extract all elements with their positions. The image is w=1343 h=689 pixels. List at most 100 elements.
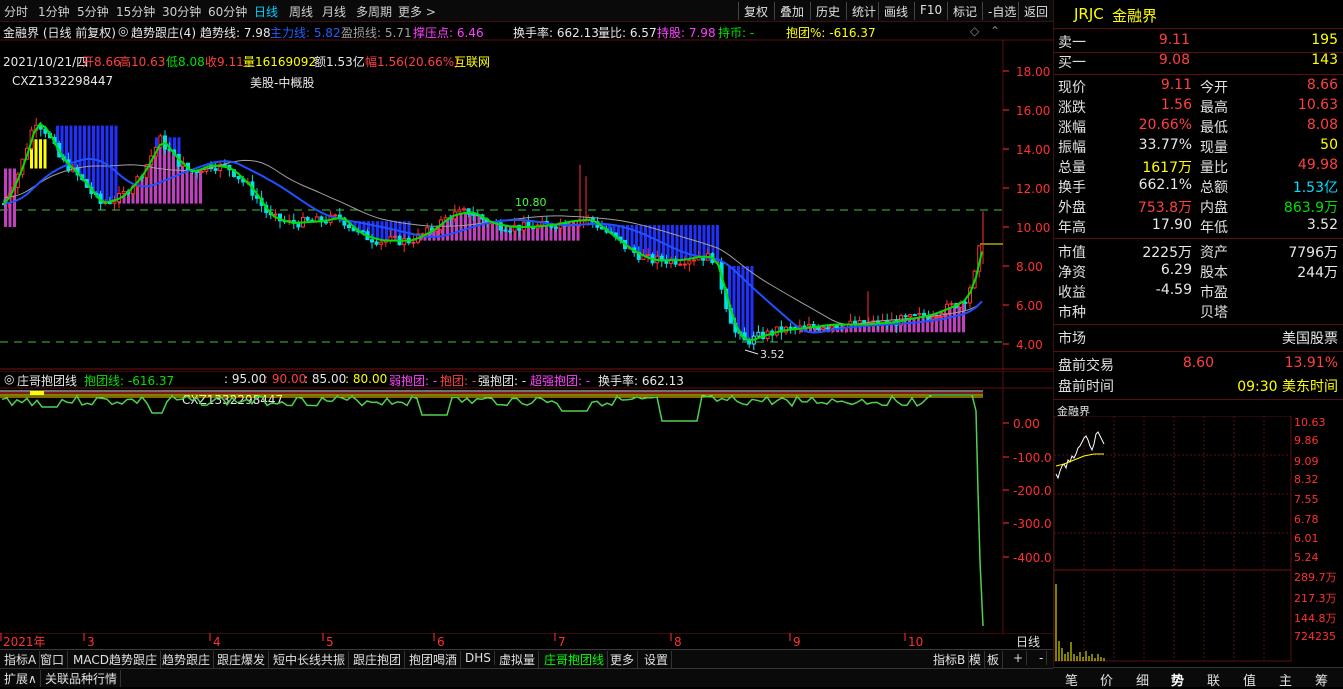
stock-name: 金融界 — [1112, 5, 1157, 26]
hug-line — [2, 395, 983, 626]
mark-button[interactable]: 标记 — [947, 2, 982, 20]
price-tick: 4.00 — [1016, 338, 1043, 352]
kline-chart-panel[interactable]: 金融界 (日线 前复权) ◎ 趋势跟庄(4) 趋势线: 7.98 主力线: 5.… — [0, 22, 1053, 370]
draw-line-button[interactable]: 画线 — [878, 2, 913, 20]
period-15min[interactable]: 15分钟 — [116, 3, 155, 20]
tab-macd-trend[interactable]: MACD趋势跟庄 — [70, 651, 161, 668]
candle — [762, 327, 765, 341]
back-button[interactable]: 返回 — [1018, 2, 1053, 20]
stat-value: 1.53亿 — [1248, 177, 1338, 197]
candle — [702, 257, 705, 266]
stat-value: 8.66 — [1248, 77, 1338, 93]
fund-label: 贝塔 — [1200, 302, 1228, 322]
tab-dhs[interactable]: DHS — [462, 651, 495, 665]
candle — [274, 209, 277, 221]
tab-hug-drink[interactable]: 抱团喝酒 — [406, 651, 461, 668]
period-30min[interactable]: 30分钟 — [162, 3, 201, 20]
hug-bar — [527, 227, 530, 241]
stat-label: 振幅 — [1058, 137, 1086, 157]
tab-indicator-a[interactable]: 指标A — [1, 651, 40, 668]
remove-watchlist-button[interactable]: -自选 — [982, 2, 1021, 20]
period-monthly[interactable]: 月线 — [322, 3, 346, 20]
premarket-price: 8.60 — [1124, 355, 1214, 371]
stat-value: 753.8万 — [1102, 197, 1192, 217]
tab-resonance[interactable]: 短中长线共振 — [270, 651, 349, 668]
stat-value: 8.08 — [1248, 117, 1338, 133]
hug-bar — [908, 319, 911, 332]
adjust-button[interactable]: 复权 — [738, 2, 773, 20]
candle — [532, 222, 535, 230]
period-weekly[interactable]: 周线 — [289, 3, 313, 20]
period-1min[interactable]: 1分钟 — [38, 3, 70, 20]
tab-chips[interactable]: 筹 — [1315, 670, 1328, 689]
fund-value: 7796万 — [1248, 242, 1338, 262]
tab-trend[interactable]: 势 — [1171, 670, 1184, 689]
tab-value[interactable]: 值 — [1243, 670, 1256, 689]
zoom-out-button[interactable]: - — [1036, 651, 1047, 665]
f10-button[interactable]: F10 — [914, 2, 947, 20]
overlay-button[interactable]: 叠加 — [774, 2, 809, 20]
tab-virtual-volume[interactable]: 虚拟量 — [496, 651, 539, 668]
trend-bar — [74, 126, 77, 173]
candle — [228, 165, 231, 177]
trend-bar — [385, 221, 388, 241]
tab-settings[interactable]: 设置 — [641, 651, 672, 668]
related-quotes-tab[interactable]: 关联品种行情 — [42, 670, 121, 687]
fund-value: 244万 — [1248, 262, 1338, 282]
market-label: 市场 — [1058, 328, 1086, 348]
hug-bar — [159, 142, 162, 204]
trend-bar — [667, 225, 670, 260]
tab-window[interactable]: 窗口 — [37, 651, 68, 668]
tab-linked[interactable]: 联 — [1207, 670, 1220, 689]
tab-follow-burst[interactable]: 跟庄爆发 — [214, 651, 269, 668]
sell1-row: 卖一 9.11 195 — [1054, 32, 1343, 52]
mini-tick: 10.63 — [1294, 416, 1326, 429]
candle — [219, 162, 222, 178]
tab-price[interactable]: 价 — [1100, 670, 1113, 689]
candle — [582, 216, 585, 228]
price-tick: 16.00 — [1016, 104, 1050, 118]
tab-more[interactable]: 更多 — [607, 651, 638, 668]
buy1-price: 9.08 — [1100, 52, 1190, 68]
hug-bar — [186, 168, 189, 203]
x-tick: 6 — [437, 635, 445, 649]
x-tick: 8 — [674, 635, 682, 649]
mini-tick: 5.24 — [1294, 551, 1319, 564]
period-tick[interactable]: 分时 — [4, 3, 28, 20]
fund-label: 收益 — [1058, 282, 1086, 302]
period-60min[interactable]: 60分钟 — [208, 3, 247, 20]
tab-trend-follow[interactable]: 趋势跟庄 — [159, 651, 214, 668]
stock-code: JRJC — [1074, 5, 1104, 23]
tab-main[interactable]: 主 — [1279, 670, 1292, 689]
tab-detail[interactable]: 细 — [1136, 670, 1149, 689]
price-tick: 12.00 — [1016, 182, 1050, 196]
fundamental-row: 收益-4.59市盈 — [1054, 282, 1343, 302]
hug-indicator-panel[interactable]: ◎ 庄哥抱团线 抱团线: -616.37 : 95.00 : 90.00 : 8… — [0, 371, 1053, 633]
stat-label: 年高 — [1058, 217, 1086, 237]
tab-board[interactable]: 板 — [984, 651, 1003, 668]
tab-indicator-b[interactable]: 指标B — [930, 651, 969, 668]
tab-follow-hug[interactable]: 跟庄抱团 — [350, 651, 405, 668]
period-multi[interactable]: 多周期 — [356, 3, 392, 20]
stat-label: 涨幅 — [1058, 117, 1086, 137]
price-axis: 18.00 16.00 14.00 12.00 10.00 8.00 6.00 … — [1003, 65, 1050, 352]
x-axis-period-label: 日线 — [1016, 635, 1040, 649]
stats-button[interactable]: 统计 — [846, 2, 881, 20]
status-bar: 扩展∧ 关联品种行情 — [0, 668, 1053, 687]
history-button[interactable]: 历史 — [810, 2, 845, 20]
tab-zhuangge-hug[interactable]: 庄哥抱团线 — [541, 651, 608, 668]
hug-bar — [913, 318, 916, 332]
candle — [292, 214, 295, 229]
period-5min[interactable]: 5分钟 — [77, 3, 109, 20]
mini-intraday-chart[interactable]: 10.63 9.86 9.09 8.32 7.55 6.78 6.01 5.24… — [1054, 416, 1343, 662]
fund-label: 股本 — [1200, 262, 1228, 282]
tab-ticks[interactable]: 笔 — [1065, 670, 1078, 689]
zoom-in-button[interactable]: + — [1010, 651, 1027, 665]
stat-label: 现价 — [1058, 77, 1086, 97]
period-daily[interactable]: 日线 — [254, 3, 278, 20]
expand-toggle[interactable]: 扩展∧ — [1, 670, 41, 687]
candle — [808, 317, 811, 327]
stat-value: 662.1% — [1102, 177, 1192, 193]
period-more[interactable]: 更多 > — [398, 3, 436, 20]
tab-template[interactable]: 模 — [966, 651, 985, 668]
